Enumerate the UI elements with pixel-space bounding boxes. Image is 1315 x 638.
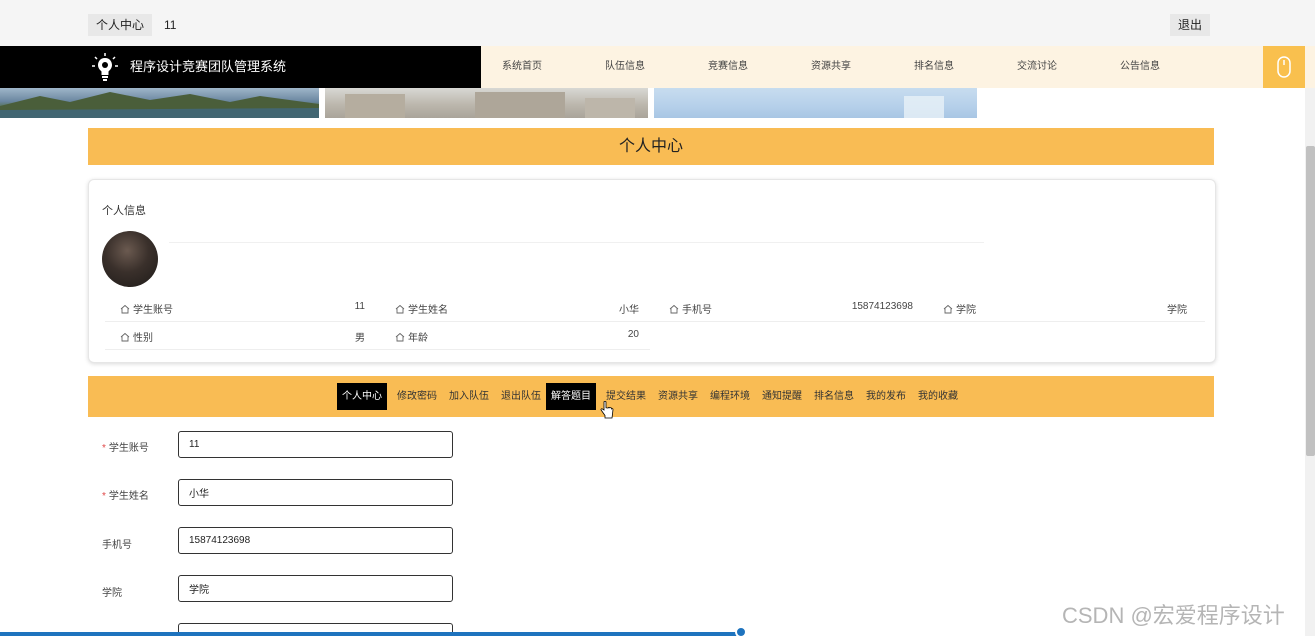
home-icon <box>120 304 130 314</box>
nav-item-announcements[interactable]: 公告信息 <box>1120 46 1160 88</box>
profile-field-label: 学生账号 <box>120 301 173 316</box>
form-label-college: 学院 <box>102 588 122 599</box>
tab-ranking-info[interactable]: 排名信息 <box>809 383 859 410</box>
profile-field-label: 学生姓名 <box>395 301 448 316</box>
home-icon <box>120 332 130 342</box>
profile-row-1: 学生账号 11 学生姓名 小华 手机号 15874123698 学院 学院 <box>105 293 1205 322</box>
home-icon <box>943 304 953 314</box>
progress-handle[interactable] <box>735 626 747 638</box>
tab-my-favorites[interactable]: 我的收藏 <box>913 383 963 410</box>
tab-change-password[interactable]: 修改密码 <box>392 383 442 410</box>
profile-field-value: 20 <box>627 329 639 340</box>
mouse-icon <box>1277 56 1291 78</box>
nav-item-competition-info[interactable]: 竞赛信息 <box>708 46 748 88</box>
home-icon <box>395 332 405 342</box>
profile-field-label: 手机号 <box>669 301 712 316</box>
profile-field-value: 15874123698 <box>851 301 913 312</box>
profile-field-label: 年龄 <box>395 329 428 344</box>
profile-row-2: 性别 男 年龄 20 <box>105 321 650 350</box>
required-asterisk: * <box>102 491 106 502</box>
student-name-input[interactable] <box>178 479 453 506</box>
mouse-button[interactable] <box>1263 46 1305 88</box>
profile-field-value: 小华 <box>619 305 639 316</box>
college-input[interactable] <box>178 575 453 602</box>
hand-cursor-icon <box>600 401 614 419</box>
tab-leave-team[interactable]: 退出队伍 <box>496 383 546 410</box>
home-icon <box>669 304 679 314</box>
phone-input[interactable] <box>178 527 453 554</box>
nav-item-home[interactable]: 系统首页 <box>502 46 542 88</box>
form-label-student-account: * 学生账号 <box>102 443 149 454</box>
tab-my-posts[interactable]: 我的发布 <box>861 383 911 410</box>
banner-image-sky[interactable] <box>654 88 977 118</box>
profile-card: 个人信息 学生账号 11 学生姓名 小华 手机号 15874123698 学院 … <box>88 179 1216 363</box>
home-icon <box>395 304 405 314</box>
required-asterisk: * <box>102 443 106 454</box>
tab-personal-center[interactable]: 个人中心 <box>337 383 387 410</box>
student-account-input[interactable] <box>178 431 453 458</box>
profile-field-value: 男 <box>355 333 365 344</box>
avatar <box>102 231 158 287</box>
page-scrollbar-thumb[interactable] <box>1306 146 1315 456</box>
personal-center-link[interactable]: 个人中心 <box>88 14 153 36</box>
divider <box>169 242 984 243</box>
page-title: 个人中心 <box>88 128 1214 165</box>
lightbulb-icon <box>92 53 118 81</box>
nav-item-discussion[interactable]: 交流讨论 <box>1017 46 1057 88</box>
profile-card-title: 个人信息 <box>102 205 146 217</box>
sky-illustration <box>904 96 944 118</box>
watermark: CSDN @宏爱程序设计 <box>1062 603 1285 628</box>
user-center-tabs: 个人中心 修改密码 加入队伍 退出队伍 解答题目 提交结果 资源共享 编程环境 … <box>88 376 1214 417</box>
banner-image-lake[interactable] <box>0 88 319 118</box>
nav-item-resource-sharing[interactable]: 资源共享 <box>811 46 851 88</box>
tab-notifications[interactable]: 通知提醒 <box>757 383 807 410</box>
profile-field-label: 性别 <box>120 329 153 344</box>
nav-item-team-info[interactable]: 队伍信息 <box>605 46 645 88</box>
logout-button[interactable]: 退出 <box>1170 14 1211 36</box>
site-title: 程序设计竞赛团队管理系统 <box>130 59 287 74</box>
landscape-illustration <box>0 92 319 118</box>
tab-programming-env[interactable]: 编程环境 <box>705 383 755 410</box>
progress-bar[interactable] <box>0 632 741 636</box>
main-nav: 程序设计竞赛团队管理系统 系统首页 队伍信息 竞赛信息 资源共享 排名信息 交流… <box>0 46 1315 88</box>
brand[interactable]: 程序设计竞赛团队管理系统 <box>0 46 481 88</box>
current-username: 11 <box>164 18 177 32</box>
tab-join-team[interactable]: 加入队伍 <box>444 383 494 410</box>
building-illustration <box>345 92 635 118</box>
top-bar: 个人中心 11 退出 <box>0 0 1315 46</box>
banner-image-building[interactable] <box>325 88 648 118</box>
nav-item-ranking-info[interactable]: 排名信息 <box>914 46 954 88</box>
tab-resource-sharing[interactable]: 资源共享 <box>653 383 703 410</box>
profile-field-value: 学院 <box>1167 305 1187 316</box>
profile-field-value: 11 <box>354 301 365 312</box>
profile-field-label: 学院 <box>943 301 976 316</box>
form-label-student-name: * 学生姓名 <box>102 491 149 502</box>
tab-answer-questions[interactable]: 解答题目 <box>546 383 596 410</box>
form-label-phone: 手机号 <box>102 540 132 551</box>
